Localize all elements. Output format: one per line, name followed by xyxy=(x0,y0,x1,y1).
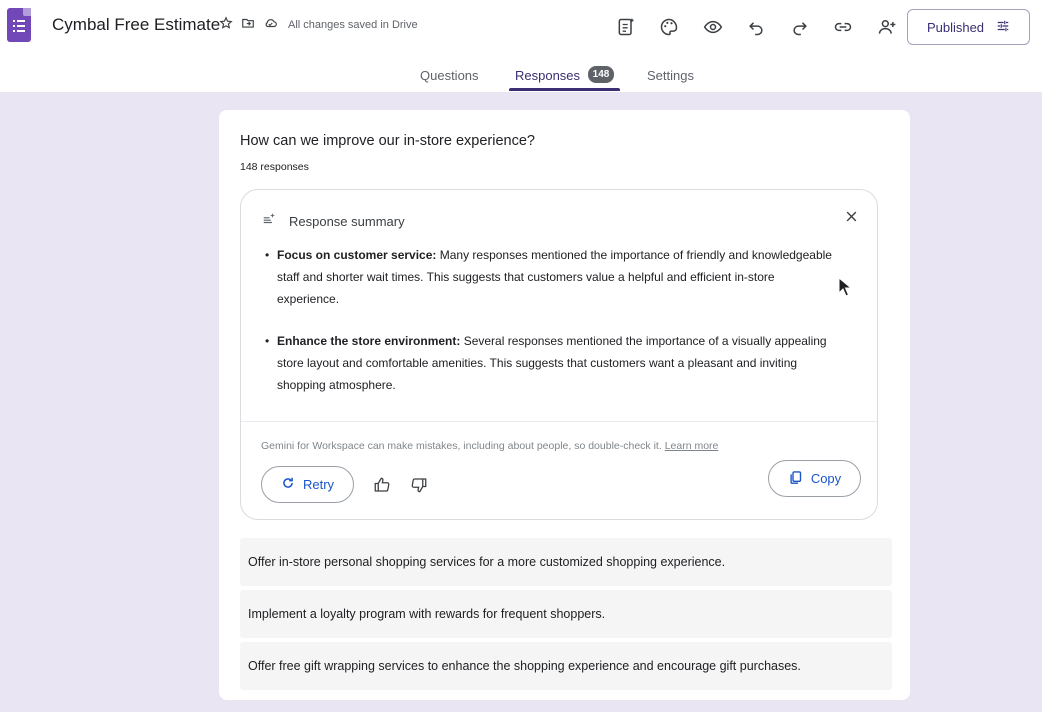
tab-responses[interactable]: Responses xyxy=(515,68,580,83)
palette-icon[interactable] xyxy=(648,14,692,40)
redo-icon[interactable] xyxy=(778,14,822,40)
response-item: Offer free gift wrapping services to enh… xyxy=(240,642,892,690)
response-item: Implement a loyalty program with rewards… xyxy=(240,590,892,638)
summary-header: Response summary xyxy=(261,212,405,231)
tab-settings[interactable]: Settings xyxy=(647,68,694,83)
document-title[interactable]: Cymbal Free Estimate xyxy=(52,15,220,35)
response-count: 148 responses xyxy=(240,161,309,173)
bullet-heading: Enhance the store environment: xyxy=(277,334,461,349)
save-status: All changes saved in Drive xyxy=(288,19,418,31)
response-list: Offer in-store personal shopping service… xyxy=(240,538,892,694)
gemini-disclaimer: Gemini for Workspace can make mistakes, … xyxy=(261,440,718,452)
addon-icon[interactable] xyxy=(604,14,648,40)
undo-icon[interactable] xyxy=(735,14,779,40)
summary-divider xyxy=(241,421,877,422)
copy-icon xyxy=(788,470,803,488)
add-collaborator-icon[interactable] xyxy=(865,14,909,40)
link-icon[interactable] xyxy=(822,14,866,40)
response-summary-panel: Response summary Focus on customer servi… xyxy=(240,189,878,520)
cloud-icon[interactable] xyxy=(262,15,278,31)
question-title: How can we improve our in-store experien… xyxy=(240,133,535,149)
copy-button[interactable]: Copy xyxy=(768,460,861,497)
response-item: Offer in-store personal shopping service… xyxy=(240,538,892,586)
learn-more-link[interactable]: Learn more xyxy=(665,440,719,452)
copy-label: Copy xyxy=(810,471,842,486)
thumbs-down-icon[interactable] xyxy=(409,476,429,494)
responses-count-badge: 148 xyxy=(588,66,614,83)
thumbs-up-icon[interactable] xyxy=(372,476,392,494)
summary-bullets: Focus on customer service: Many response… xyxy=(265,245,835,397)
summary-bullet: Focus on customer service: Many response… xyxy=(265,245,835,310)
bullet-heading: Focus on customer service: xyxy=(277,248,437,262)
sparkle-summary-icon xyxy=(261,212,277,231)
summary-bullet: Enhance the store environment: Several r… xyxy=(265,331,835,396)
star-icon[interactable] xyxy=(218,15,234,31)
question-response-card: How can we improve our in-store experien… xyxy=(219,110,910,700)
retry-label: Retry xyxy=(302,477,335,492)
published-button[interactable]: Published xyxy=(907,9,1030,45)
form-tabs: Questions Responses 148 Settings xyxy=(0,62,1042,92)
top-bar: Cymbal Free Estimate All changes saved i… xyxy=(0,0,1042,92)
forms-logo-icon[interactable] xyxy=(7,8,31,42)
preview-eye-icon[interactable] xyxy=(691,14,735,40)
mouse-cursor-icon xyxy=(838,276,853,297)
published-label: Published xyxy=(926,19,985,35)
disclaimer-text: Gemini for Workspace can make mistakes, … xyxy=(261,440,662,452)
retry-button[interactable]: Retry xyxy=(261,466,354,503)
tab-questions[interactable]: Questions xyxy=(420,68,479,83)
move-folder-icon[interactable] xyxy=(240,15,256,31)
active-tab-indicator xyxy=(509,88,620,91)
toolbar xyxy=(604,14,909,40)
close-icon[interactable] xyxy=(841,206,861,226)
summary-heading: Response summary xyxy=(289,214,405,229)
tune-icon xyxy=(996,19,1010,36)
title-actions xyxy=(218,15,278,31)
refresh-icon xyxy=(281,476,295,493)
